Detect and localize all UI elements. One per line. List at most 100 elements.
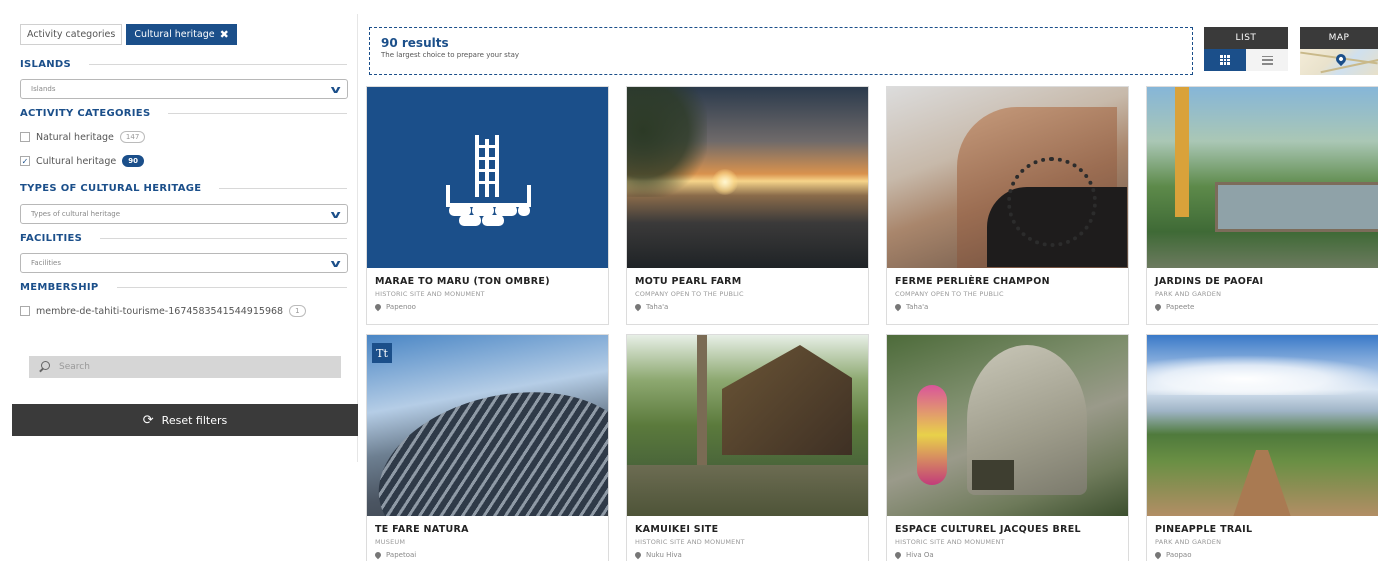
check-icon[interactable]: ✓ (20, 156, 30, 166)
result-card[interactable]: Tt TE FARE NATURA MUSEUM Papetoai (366, 334, 609, 561)
checkbox-natural-heritage[interactable]: Natural heritage 147 (20, 131, 357, 143)
card-image (887, 335, 1128, 516)
list-view-button[interactable] (1246, 49, 1288, 71)
result-card[interactable]: KAMUIKEI SITE HISTORIC SITE AND MONUMENT… (626, 334, 869, 561)
filters-sidebar: Activity categories Cultural heritage ✖ … (12, 14, 358, 462)
location-pin-icon (1153, 550, 1163, 560)
badge-icon: Tt (372, 343, 392, 363)
result-card[interactable]: ESPACE CULTUREL JACQUES BREL HISTORIC SI… (886, 334, 1129, 561)
islands-title: ISLANDS (20, 59, 72, 70)
card-image (627, 335, 868, 516)
refresh-icon: ⟳ (142, 412, 154, 428)
activity-categories-title: ACTIVITY CATEGORIES (20, 108, 151, 119)
checkbox-label: Cultural heritage (36, 155, 117, 167)
chip-cultural-heritage[interactable]: Cultural heritage ✖ (126, 24, 237, 45)
card-type: MUSEUM (375, 538, 406, 546)
location-pin-icon (633, 550, 643, 560)
islands-heading: ISLANDS (20, 59, 347, 70)
types-select-label: Types of cultural heritage (31, 210, 121, 218)
membership-title: MEMBERSHIP (20, 282, 99, 293)
checkbox-box[interactable] (20, 132, 30, 142)
search-placeholder: Search (59, 362, 90, 372)
count-badge: 147 (119, 131, 146, 143)
list-view-toggle: LIST (1204, 27, 1288, 75)
card-location: Paopao (1153, 550, 1378, 560)
grid-view-button[interactable] (1204, 49, 1246, 71)
facilities-select-label: Facilities (31, 259, 61, 267)
card-title: MOTU PEARL FARM (635, 276, 742, 287)
result-card[interactable]: MARAE TO MARU (TON OMBRE) HISTORIC SITE … (366, 86, 609, 325)
chevron-down-icon: v (330, 256, 341, 270)
count-badge: 90 (122, 155, 145, 167)
chevron-down-icon: v (330, 82, 341, 96)
islands-select[interactable]: Islands v (20, 79, 348, 99)
chevron-down-icon: v (330, 207, 341, 221)
activity-categories-heading: ACTIVITY CATEGORIES (20, 108, 347, 119)
card-type: HISTORIC SITE AND MONUMENT (635, 538, 745, 546)
card-title: KAMUIKEI SITE (635, 524, 719, 535)
types-select[interactable]: Types of cultural heritage v (20, 204, 348, 224)
list-label: LIST (1204, 27, 1288, 49)
location-pin-icon (893, 302, 903, 312)
card-image (627, 87, 868, 268)
results-subtitle: The largest choice to prepare your stay (381, 51, 519, 59)
types-title: TYPES OF CULTURAL HERITAGE (20, 183, 202, 194)
checkbox-cultural-heritage[interactable]: ✓ Cultural heritage 90 (20, 155, 357, 167)
card-location: Papetoai (373, 550, 608, 560)
search-icon (39, 361, 51, 373)
location-pin-icon (373, 550, 383, 560)
count-badge: 1 (289, 305, 306, 317)
card-image (1147, 87, 1378, 268)
card-title: ESPACE CULTUREL JACQUES BREL (895, 524, 1081, 535)
reset-label: Reset filters (161, 413, 228, 427)
map-view-button[interactable]: MAP (1300, 27, 1378, 75)
facilities-heading: FACILITIES (20, 233, 347, 244)
marae-logo-icon (446, 135, 531, 226)
card-title: PINEAPPLE TRAIL (1155, 524, 1253, 535)
card-location: Papeete (1153, 302, 1378, 312)
card-location: Taha'a (893, 302, 1128, 312)
location-pin-icon (1153, 302, 1163, 312)
card-image (1147, 335, 1378, 516)
location-pin-icon (373, 302, 383, 312)
card-title: TE FARE NATURA (375, 524, 469, 535)
search-input[interactable]: Search (29, 356, 341, 378)
results-summary: 90 results The largest choice to prepare… (369, 27, 1193, 75)
card-title: JARDINS DE PAOFAI (1155, 276, 1264, 287)
map-label: MAP (1300, 27, 1378, 49)
list-icon (1261, 55, 1273, 65)
result-card[interactable]: PINEAPPLE TRAIL PARK AND GARDEN Paopao (1146, 334, 1378, 561)
result-card[interactable]: MOTU PEARL FARM COMPANY OPEN TO THE PUBL… (626, 86, 869, 325)
grid-icon (1220, 55, 1230, 65)
card-location: Papenoo (373, 302, 608, 312)
chip-activity-categories[interactable]: Activity categories (20, 24, 123, 45)
card-type: PARK AND GARDEN (1155, 290, 1222, 298)
card-location: Nuku Hiva (633, 550, 868, 560)
reset-filters-button[interactable]: ⟳ Reset filters (12, 404, 358, 436)
map-thumbnail (1300, 49, 1378, 75)
page: Activity categories Cultural heritage ✖ … (0, 0, 1378, 561)
result-card[interactable]: FERME PERLIÈRE CHAMPON COMPANY OPEN TO T… (886, 86, 1129, 325)
facilities-select[interactable]: Facilities v (20, 253, 348, 273)
results-count: 90 results (381, 36, 449, 50)
card-image (367, 87, 608, 268)
membership-heading: MEMBERSHIP (20, 282, 347, 293)
map-pin-icon (1333, 51, 1349, 67)
facilities-title: FACILITIES (20, 233, 83, 244)
active-filter-chips: Activity categories Cultural heritage ✖ (20, 24, 357, 45)
checkbox-label: Natural heritage (36, 131, 114, 143)
card-type: COMPANY OPEN TO THE PUBLIC (635, 290, 744, 298)
checkbox-membership[interactable]: membre-de-tahiti-tourisme-16745835415449… (20, 305, 357, 317)
islands-select-label: Islands (31, 85, 56, 93)
card-type: HISTORIC SITE AND MONUMENT (895, 538, 1005, 546)
card-location: Hiva Oa (893, 550, 1128, 560)
result-card[interactable]: JARDINS DE PAOFAI PARK AND GARDEN Papeet… (1146, 86, 1378, 325)
card-location: Taha'a (633, 302, 868, 312)
location-pin-icon (893, 550, 903, 560)
card-image (887, 87, 1128, 268)
checkbox-box[interactable] (20, 306, 30, 316)
close-icon[interactable]: ✖ (220, 25, 229, 44)
card-type: COMPANY OPEN TO THE PUBLIC (895, 290, 1004, 298)
types-heading: TYPES OF CULTURAL HERITAGE (20, 183, 347, 194)
card-type: PARK AND GARDEN (1155, 538, 1222, 546)
